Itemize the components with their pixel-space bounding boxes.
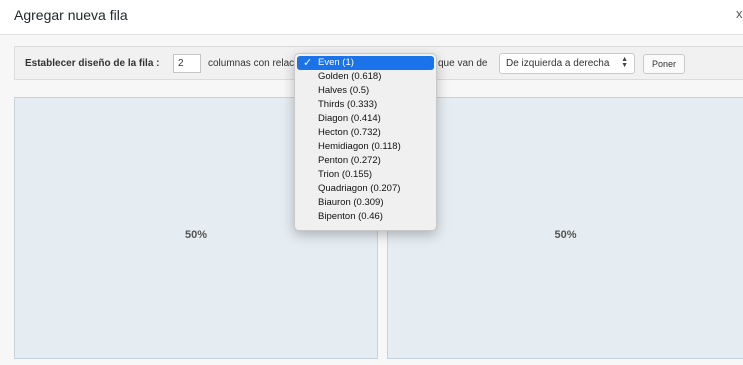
option-label: Bipenton (0.46)	[318, 211, 383, 222]
ratio-label: columnas con relación	[208, 58, 308, 69]
ratio-option-penton[interactable]: Penton (0.272)	[295, 154, 436, 168]
select-arrows-icon: ▲ ▼	[621, 56, 628, 69]
ratio-option-diagon[interactable]: Diagon (0.414)	[295, 112, 436, 126]
dialog-title: Agregar nueva fila	[14, 7, 128, 23]
option-label: Even (1)	[318, 57, 354, 68]
dialog-header: Agregar nueva fila x	[0, 0, 743, 35]
ratio-option-even[interactable]: ✓ Even (1)	[297, 56, 434, 70]
layout-label: Establecer diseño de la fila :	[25, 58, 160, 69]
option-label: Thirds (0.333)	[318, 99, 378, 110]
direction-label: que van de	[438, 58, 488, 69]
option-label: Quadriagon (0.207)	[318, 183, 401, 194]
ratio-option-bipenton[interactable]: Bipenton (0.46)	[295, 210, 436, 224]
option-label: Diagon (0.414)	[318, 113, 381, 124]
ratio-option-biauron[interactable]: Biauron (0.309)	[295, 196, 436, 210]
ratio-option-halves[interactable]: Halves (0.5)	[295, 84, 436, 98]
ratio-option-trion[interactable]: Trion (0.155)	[295, 168, 436, 182]
option-label: Penton (0.272)	[318, 155, 381, 166]
ratio-option-thirds[interactable]: Thirds (0.333)	[295, 98, 436, 112]
close-icon[interactable]: x	[736, 6, 743, 21]
option-label: Halves (0.5)	[318, 85, 370, 96]
option-label: Golden (0.618)	[318, 71, 382, 82]
option-label: Trion (0.155)	[318, 169, 373, 180]
option-label: Hemidiagon (0.118)	[318, 141, 401, 152]
set-button[interactable]: Poner	[643, 54, 685, 74]
direction-select[interactable]: De izquierda a derecha ▲ ▼	[499, 53, 635, 74]
columns-count-input[interactable]	[173, 54, 201, 73]
direction-select-value: De izquierda a derecha	[506, 58, 610, 69]
ratio-option-quadriagon[interactable]: Quadriagon (0.207)	[295, 182, 436, 196]
ratio-option-hemidiagon[interactable]: Hemidiagon (0.118)	[295, 140, 436, 154]
option-label: Hecton (0.732)	[318, 127, 381, 138]
column-2[interactable]: 50%	[387, 97, 743, 359]
ratio-dropdown-menu: ✓ Even (1) Golden (0.618) Halves (0.5) T…	[294, 53, 437, 231]
option-label: Biauron (0.309)	[318, 197, 384, 208]
column-width-label: 50%	[554, 229, 577, 241]
ratio-option-golden[interactable]: Golden (0.618)	[295, 70, 436, 84]
ratio-option-hecton[interactable]: Hecton (0.732)	[295, 126, 436, 140]
checkmark-icon: ✓	[303, 57, 313, 69]
